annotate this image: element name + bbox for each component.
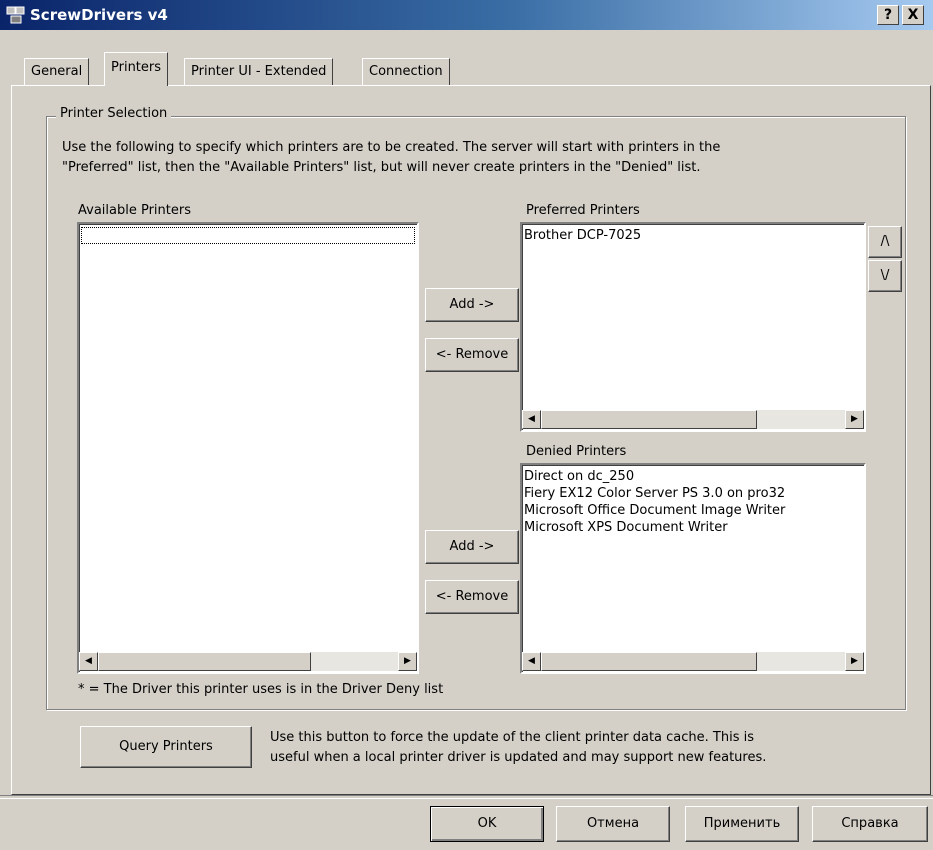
denied-printers-list[interactable]: Direct on dc_250 Fiery EX12 Color Server…	[520, 463, 866, 674]
selection-description-line1: Use the following to specify which print…	[62, 140, 721, 155]
available-hscrollbar[interactable]: ◀ ▶	[79, 652, 417, 671]
denied-hscrollbar[interactable]: ◀ ▶	[522, 652, 864, 671]
available-printers-label: Available Printers	[78, 203, 191, 218]
apply-button[interactable]: Применить	[685, 806, 799, 842]
cancel-button[interactable]: Отмена	[556, 806, 670, 842]
add-denied-button[interactable]: Add ->	[425, 530, 519, 564]
scroll-left-icon[interactable]: ◀	[522, 652, 541, 671]
denied-printers-label: Denied Printers	[526, 444, 627, 459]
scroll-right-icon[interactable]: ▶	[398, 652, 417, 671]
add-preferred-button[interactable]: Add ->	[425, 288, 519, 322]
tab-connection[interactable]: Connection	[362, 58, 450, 85]
scroll-left-icon[interactable]: ◀	[522, 410, 541, 429]
list-item[interactable]: Microsoft XPS Document Writer	[522, 519, 864, 536]
list-item[interactable]: Direct on dc_250	[522, 468, 864, 485]
preferred-printers-label: Preferred Printers	[526, 203, 640, 218]
available-printers-list[interactable]	[77, 222, 419, 674]
scroll-left-icon[interactable]: ◀	[79, 652, 98, 671]
driver-deny-footnote: * = The Driver this printer uses is in t…	[78, 682, 444, 697]
footer-separator	[0, 795, 933, 799]
scroll-thumb[interactable]	[541, 410, 757, 429]
remove-preferred-button[interactable]: <- Remove	[425, 338, 519, 372]
window-title: ScrewDrivers v4	[30, 6, 168, 24]
scroll-right-icon[interactable]: ▶	[845, 652, 864, 671]
tab-printer-ui-extended[interactable]: Printer UI - Extended	[184, 58, 334, 85]
query-description-line2: useful when a local printer driver is up…	[270, 750, 767, 765]
ok-button[interactable]: OK	[430, 806, 544, 842]
close-button[interactable]: X	[902, 5, 924, 25]
scroll-thumb[interactable]	[98, 652, 311, 671]
move-up-button[interactable]: /\	[868, 226, 902, 258]
list-item[interactable]: Microsoft Office Document Image Writer	[522, 502, 864, 519]
selection-description-line2: "Preferred" list, then the "Available Pr…	[62, 160, 701, 175]
scroll-thumb[interactable]	[541, 652, 757, 671]
remove-denied-button[interactable]: <- Remove	[425, 580, 519, 614]
move-down-button[interactable]: \/	[868, 260, 902, 292]
list-item[interactable]: Fiery EX12 Color Server PS 3.0 on pro32	[522, 485, 864, 502]
tab-printers[interactable]: Printers	[104, 52, 169, 86]
tab-general[interactable]: General	[24, 58, 90, 85]
query-printers-button[interactable]: Query Printers	[80, 726, 252, 768]
query-description-line1: Use this button to force the update of t…	[270, 730, 754, 745]
focus-row	[81, 227, 415, 244]
app-icon	[6, 5, 26, 25]
preferred-printers-list[interactable]: Brother DCP-7025	[520, 222, 866, 432]
list-item[interactable]: Brother DCP-7025	[522, 227, 864, 244]
printer-selection-label: Printer Selection	[56, 106, 172, 121]
help-title-button[interactable]: ?	[877, 5, 899, 25]
preferred-hscrollbar[interactable]: ◀ ▶	[522, 410, 864, 429]
help-button[interactable]: Справка	[812, 806, 928, 842]
scroll-right-icon[interactable]: ▶	[845, 410, 864, 429]
